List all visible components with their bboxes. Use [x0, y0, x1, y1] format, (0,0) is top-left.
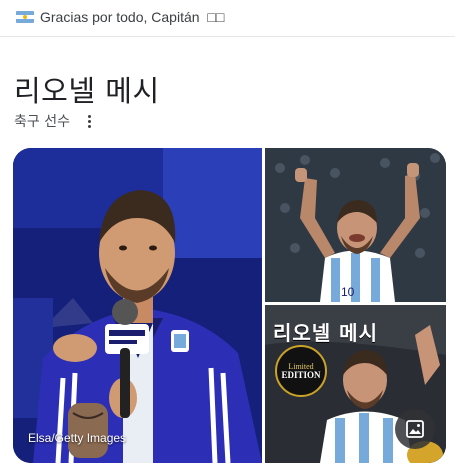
svg-text:10: 10	[341, 285, 355, 299]
thumbnail-celebration[interactable]: 10	[265, 148, 446, 302]
poster-title: 리오넬 메시	[273, 321, 378, 345]
image-icon-glyph	[406, 420, 424, 438]
image-gallery: 10 리오넬 메시 Limited EDITION Elsa/Getty Ima…	[13, 148, 446, 463]
image-search-icon[interactable]	[395, 409, 435, 449]
thumbnail-celebration-illustration: 10	[265, 148, 446, 302]
more-vert-icon[interactable]	[80, 111, 100, 131]
main-image[interactable]	[13, 148, 262, 463]
entity-title: 리오넬 메시	[14, 74, 160, 108]
limited-edition-badge: Limited EDITION	[275, 345, 327, 397]
image-credit: Elsa/Getty Images	[28, 431, 127, 445]
banner-text: Gracias por todo, Capitán	[40, 9, 200, 25]
badge-line2: EDITION	[281, 370, 321, 380]
main-image-illustration	[13, 148, 262, 463]
entity-subtitle-row: 축구 선수	[14, 110, 100, 132]
banner-trailing-glyphs: □□	[207, 9, 225, 25]
entity-subtitle: 축구 선수	[14, 114, 70, 130]
top-banner[interactable]: Gracias por todo, Capitán □□	[0, 0, 455, 37]
argentina-flag-icon	[16, 11, 34, 23]
